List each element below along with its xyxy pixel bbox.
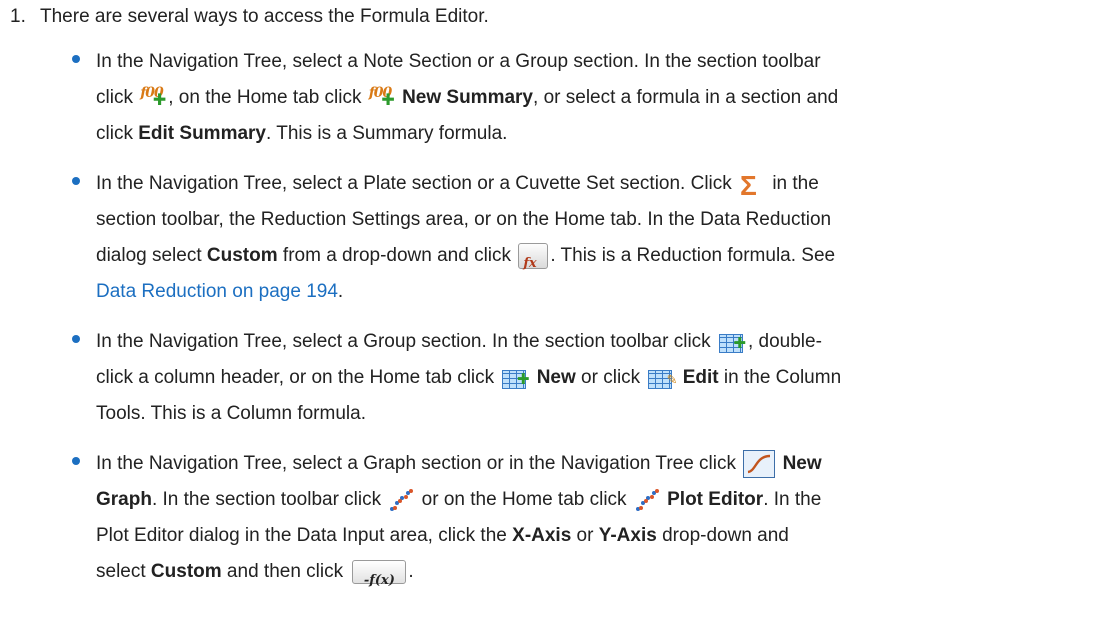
text: In the Navigation Tree, select a Plate s… [96,173,738,194]
plot-editor-icon [388,487,414,513]
list-item: In the Navigation Tree, select a Plate s… [68,166,1088,310]
ui-term-x-axis: X-Axis [512,525,572,546]
ui-term-custom: Custom [150,561,222,582]
text-line: click a column header, or on the Home ta… [96,360,1088,396]
step-number: 1. [10,6,26,27]
bullet-list: In the Navigation Tree, select a Note Se… [68,44,1088,604]
text: . This is a Reduction formula. See [550,245,836,266]
text-line: Data Reduction on page 194 . [96,274,1088,310]
bullet-dot [72,177,80,185]
text-line: Graph . In the section toolbar click or … [96,482,1088,518]
text: or [571,525,599,546]
text: Plot Editor dialog in the Data Input are… [96,525,513,546]
table-new-column-icon: ✚ [501,366,529,390]
ui-term-edit: Edit [682,367,719,388]
bullet-dot [72,55,80,63]
ui-term-new: New [782,453,822,474]
text: In the Navigation Tree, select a Graph s… [96,453,742,474]
text: or click [575,367,646,388]
text-line: Tools. This is a Column formula. [96,396,1088,432]
text-line: In the Navigation Tree, select a Graph s… [96,446,1088,482]
text-line: dialog select Custom from a drop-down an… [96,238,1088,274]
ui-term-new-summary: New Summary [402,87,534,108]
ui-term-new: New [536,367,576,388]
text: click a column header, or on the Home ta… [96,367,500,388]
text: , or select a formula in a section and [533,87,839,108]
text: select [96,561,151,582]
text: or on the Home tab click [416,489,632,510]
formula-button-icon: fx [518,243,549,271]
text: and then click [221,561,349,582]
bullet-dot [72,335,80,343]
text-line: section toolbar, the Reduction Settings … [96,202,1088,238]
text-line: In the Navigation Tree, select a Note Se… [96,44,1088,80]
ui-term-graph: Graph [96,489,152,510]
sigma-reduction-icon: Σ [740,170,757,201]
formula-new-icon: f00 ✚ [368,85,395,109]
text: click [96,87,139,108]
text: . In the section toolbar click [151,489,387,510]
step-intro: There are several ways to access the For… [40,6,489,27]
table-edit-column-icon: ✎ [647,366,677,390]
bullet-dot [72,457,80,465]
text: . [337,281,344,302]
list-item: In the Navigation Tree, select a Graph s… [68,446,1088,590]
text-line: select Custom and then click -f(x) . [96,554,1088,590]
text: Tools. This is a Column formula. [96,403,366,424]
formula-new-icon: f00 ✚ [140,85,167,109]
text-line: click f00 ✚ , on the Home tab click f00 ✚ … [96,80,1088,116]
text: in the Column [718,367,842,388]
text: , double- [747,331,822,352]
text: section toolbar, the Reduction Settings … [96,209,832,230]
text-line: In the Navigation Tree, select a Plate s… [96,166,1088,202]
list-item: In the Navigation Tree, select a Note Se… [68,44,1088,152]
table-new-column-icon: ✚ [718,330,746,354]
text: , on the Home tab click [168,87,367,108]
data-reduction-link[interactable]: Data Reduction on page 194 [96,274,338,310]
text: . This is a Summary formula. [266,123,508,144]
text: In the Navigation Tree, select a Group s… [96,331,716,352]
text: in the [767,173,819,194]
text-line: In the Navigation Tree, select a Group s… [96,324,1088,360]
ui-term-edit-summary: Edit Summary [138,123,266,144]
text: dialog select [96,245,207,266]
list-item: In the Navigation Tree, select a Group s… [68,324,1088,432]
new-graph-icon [743,450,776,478]
text-line: Plot Editor dialog in the Data Input are… [96,518,1088,554]
text-line: click Edit Summary . This is a Summary f… [96,116,1088,152]
ui-term-custom: Custom [206,245,278,266]
fx-button-icon: -f(x) [352,560,407,588]
text: In the Navigation Tree, select a Note Se… [96,51,821,72]
text: click [96,123,139,144]
plot-editor-icon [634,487,660,513]
text: from a drop-down and click [277,245,517,266]
